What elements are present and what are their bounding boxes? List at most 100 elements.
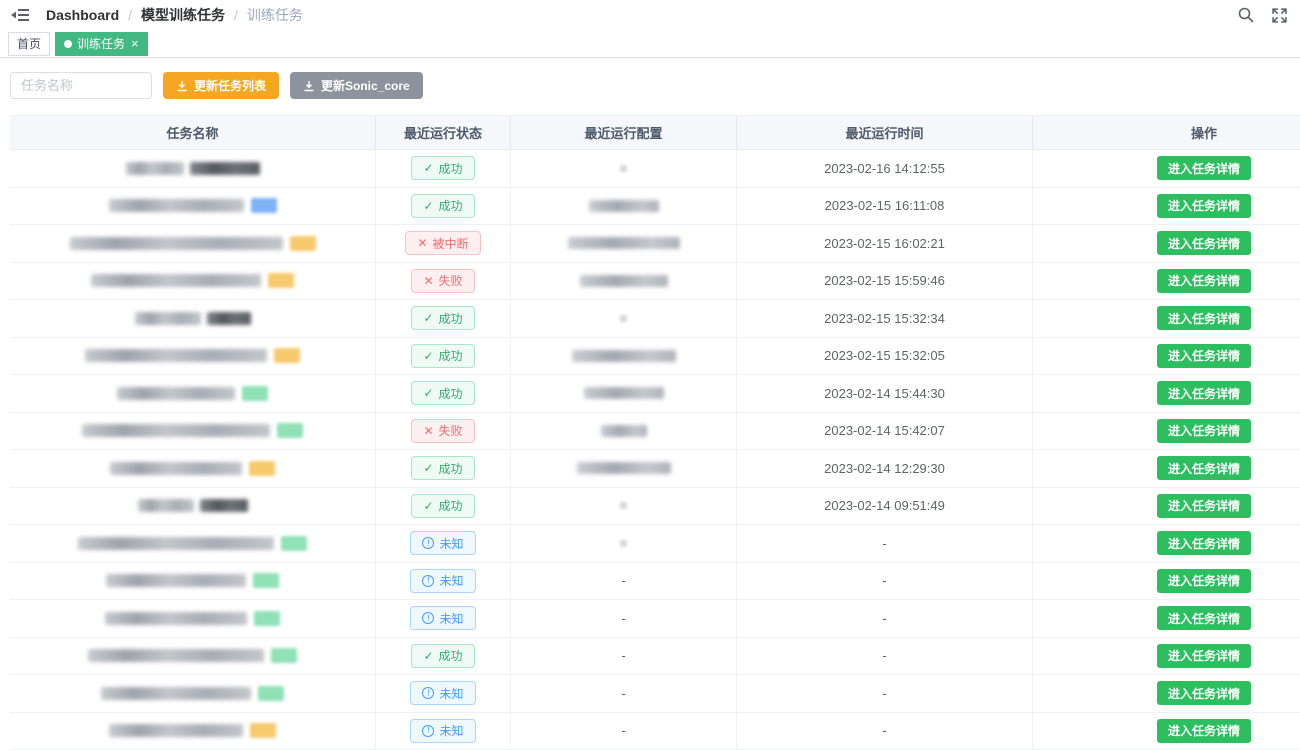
enter-task-detail-button[interactable]: 进入任务详情 [1157,456,1251,480]
tab-close-icon[interactable]: × [131,37,139,50]
check-icon: ✓ [423,462,433,474]
action-cell: 进入任务详情 [1033,525,1300,562]
tasks-table: 任务名称 最近运行状态 最近运行配置 最近运行时间 操作 ✓成功2023-02-… [10,115,1300,750]
check-icon: ✓ [423,650,433,662]
enter-task-detail-button[interactable]: 进入任务详情 [1157,531,1251,555]
config-redacted [584,387,664,399]
info-circle-icon: ! [422,575,434,587]
enter-task-detail-button[interactable]: 进入任务详情 [1157,306,1251,330]
time-cell: - [737,525,1033,562]
enter-task-detail-button[interactable]: 进入任务详情 [1157,606,1251,630]
task-tag-blue [251,198,277,213]
update-sonic-core-button[interactable]: 更新Sonic_core [290,72,423,99]
action-cell: 进入任务详情 [1033,638,1300,675]
enter-task-detail-button[interactable]: 进入任务详情 [1157,269,1251,293]
status-cell: !未知 [376,713,511,750]
table-row: ✓成功--进入任务详情 [10,638,1300,676]
time-cell: 2023-02-15 15:59:46 [737,263,1033,300]
status-cell: ✕失败 [376,263,511,300]
status-label: 成功 [439,347,463,364]
task-name-cell [10,488,376,525]
enter-task-detail-button[interactable]: 进入任务详情 [1157,569,1251,593]
cross-icon: ✕ [423,425,433,437]
breadcrumb: Dashboard / 模型训练任务 / 训练任务 [46,5,303,25]
enter-task-detail-button[interactable]: 进入任务详情 [1157,644,1251,668]
time-cell: - [737,713,1033,750]
enter-task-detail-button[interactable]: 进入任务详情 [1157,156,1251,180]
table-row: ✕被中断 2023-02-15 16:02:21 进入任务详情 [10,225,1300,263]
table-row: !未知 - 进入任务详情 [10,525,1300,563]
update-sonic-core-label: 更新Sonic_core [321,77,410,94]
time-cell: 2023-02-15 16:02:21 [737,225,1033,262]
info-circle-icon: ! [422,537,434,549]
enter-task-detail-button[interactable]: 进入任务详情 [1157,344,1251,368]
task-name-redacted [110,462,242,475]
run-time-value: 2023-02-16 14:12:55 [824,161,945,176]
status-badge: ✓成功 [411,381,474,405]
action-cell: 进入任务详情 [1033,300,1300,337]
info-circle-icon: ! [422,612,434,624]
update-task-list-button[interactable]: 更新任务列表 [163,72,279,99]
action-cell: 进入任务详情 [1033,225,1300,262]
enter-task-detail-button[interactable]: 进入任务详情 [1157,681,1251,705]
fullscreen-icon[interactable] [1270,6,1288,24]
config-cell: - [511,638,737,675]
status-cell: ✓成功 [376,488,511,525]
time-cell: - [737,675,1033,712]
config-redacted-dot [620,315,627,322]
config-cell [511,263,737,300]
tab-home[interactable]: 首页 [8,32,50,56]
task-name-redacted [138,499,194,512]
status-label: 成功 [439,460,463,477]
run-time-value: 2023-02-15 16:11:08 [825,198,945,213]
hamburger-icon[interactable] [8,3,32,27]
config-redacted [589,200,659,212]
task-name-redacted [85,349,267,362]
status-cell: ✓成功 [376,300,511,337]
time-cell: 2023-02-14 09:51:49 [737,488,1033,525]
run-time-value: - [882,573,886,588]
tab-training-tasks[interactable]: 训练任务 × [55,32,148,56]
status-badge: !未知 [410,531,475,555]
status-badge: !未知 [410,569,475,593]
enter-task-detail-button[interactable]: 进入任务详情 [1157,381,1251,405]
header-run-time: 最近运行时间 [737,116,1033,149]
task-tag-green [258,686,284,701]
enter-task-detail-button[interactable]: 进入任务详情 [1157,194,1251,218]
status-label: 成功 [439,160,463,177]
search-icon[interactable] [1237,6,1255,24]
task-name-cell [10,638,376,675]
status-badge: !未知 [410,606,475,630]
run-time-value: 2023-02-15 15:32:34 [824,311,945,326]
enter-task-detail-button[interactable]: 进入任务详情 [1157,419,1251,443]
breadcrumb-separator: / [234,7,238,23]
run-time-value: 2023-02-14 15:42:07 [824,423,945,438]
task-tag-green [271,648,297,663]
config-redacted [580,275,668,287]
time-cell: 2023-02-15 15:32:34 [737,300,1033,337]
status-badge: ✕失败 [411,419,474,443]
time-cell: - [737,600,1033,637]
cross-icon: ✕ [417,237,427,249]
enter-task-detail-button[interactable]: 进入任务详情 [1157,719,1251,743]
table-body: ✓成功2023-02-16 14:12:55进入任务详情✓成功2023-02-1… [10,150,1300,750]
status-cell: ✓成功 [376,188,511,225]
enter-task-detail-button[interactable]: 进入任务详情 [1157,231,1251,255]
download-icon [176,80,188,92]
status-label: 未知 [439,685,463,702]
time-cell: 2023-02-14 15:42:07 [737,413,1033,450]
task-name-input[interactable] [10,72,152,99]
status-label: 成功 [439,385,463,402]
time-cell: 2023-02-15 16:11:08 [737,188,1033,225]
enter-task-detail-button[interactable]: 进入任务详情 [1157,494,1251,518]
task-name-redacted [88,649,264,662]
breadcrumb-dashboard[interactable]: Dashboard [46,7,119,23]
task-tag-green [242,386,268,401]
task-name-cell [10,563,376,600]
tab-training-tasks-label: 训练任务 [77,35,125,52]
status-cell: ✕被中断 [376,225,511,262]
task-tag-green [281,536,307,551]
breadcrumb-model-training-tasks[interactable]: 模型训练任务 [141,5,225,25]
time-cell: 2023-02-14 15:44:30 [737,375,1033,412]
status-cell: ✓成功 [376,338,511,375]
